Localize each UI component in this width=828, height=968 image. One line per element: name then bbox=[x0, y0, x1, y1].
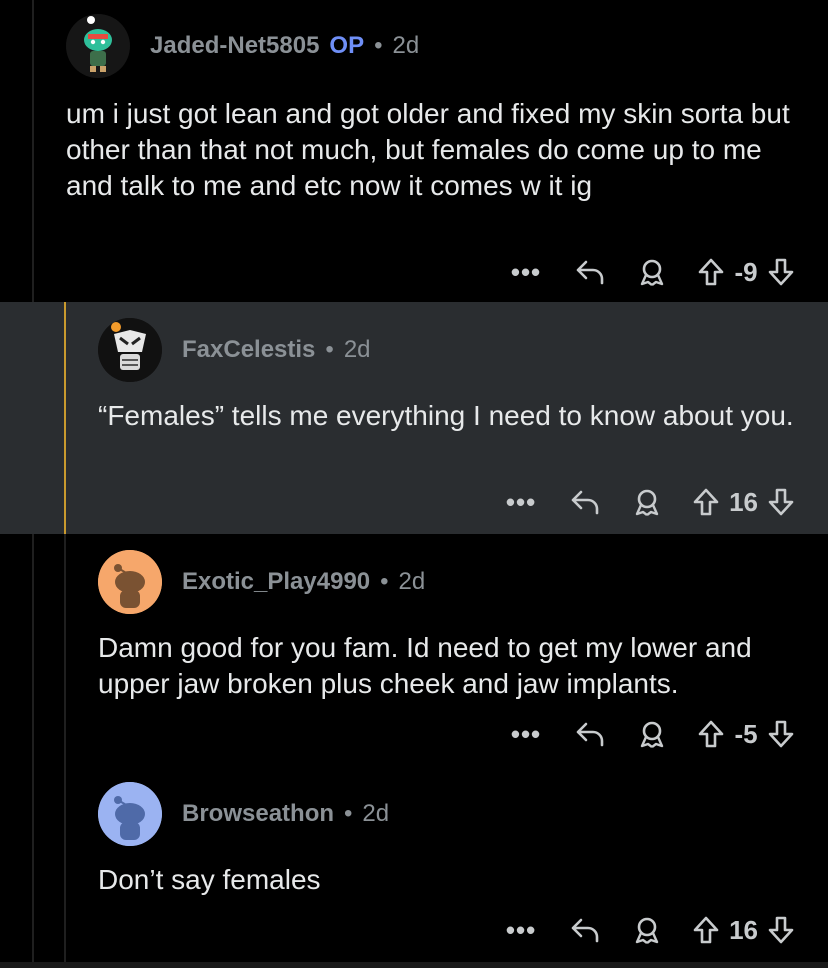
downvote-icon bbox=[768, 258, 794, 286]
comment-header: FaxCelestis • 2d bbox=[98, 318, 371, 382]
award-icon bbox=[640, 259, 664, 286]
snoo-avatar-icon bbox=[98, 782, 162, 846]
meta-separator: • bbox=[325, 336, 334, 363]
vote-controls: 16 bbox=[689, 910, 798, 950]
highlight-bar bbox=[64, 302, 66, 534]
username[interactable]: Exotic_Play4990 bbox=[182, 568, 370, 596]
reply-button[interactable] bbox=[565, 910, 605, 950]
comment-actions: ••• 16 bbox=[501, 482, 798, 522]
award-icon bbox=[635, 489, 659, 516]
more-options-button[interactable]: ••• bbox=[501, 482, 541, 522]
comment-actions: ••• 16 bbox=[501, 910, 798, 950]
downvote-button[interactable] bbox=[764, 714, 798, 754]
comment-exotic-play4990: Exotic_Play4990 • 2d Damn good for you f… bbox=[0, 534, 828, 766]
upvote-button[interactable] bbox=[694, 252, 728, 292]
vote-score: 16 bbox=[729, 486, 758, 517]
more-options-button[interactable]: ••• bbox=[506, 252, 546, 292]
award-button[interactable] bbox=[627, 482, 667, 522]
reply-icon bbox=[571, 490, 599, 515]
username[interactable]: FaxCelestis bbox=[182, 336, 315, 364]
reply-icon bbox=[576, 260, 604, 285]
comment-header: Exotic_Play4990 • 2d bbox=[98, 550, 425, 614]
meta-separator: • bbox=[344, 800, 353, 827]
downvote-icon bbox=[768, 488, 794, 516]
downvote-icon bbox=[768, 720, 794, 748]
more-options-button[interactable]: ••• bbox=[501, 910, 541, 950]
comment-age: 2d bbox=[398, 568, 426, 595]
meta-separator: • bbox=[374, 32, 383, 59]
avatar[interactable] bbox=[98, 550, 162, 614]
vote-score: -5 bbox=[734, 718, 758, 749]
avatar[interactable] bbox=[98, 318, 162, 382]
comment-header: Browseathon • 2d bbox=[98, 782, 389, 846]
comment-actions: ••• -9 bbox=[506, 252, 798, 292]
comment-browseathon: Browseathon • 2d Don’t say females ••• 1… bbox=[0, 766, 828, 962]
bottom-divider bbox=[0, 962, 828, 968]
award-icon bbox=[640, 721, 664, 748]
comment-body: Don’t say females bbox=[98, 864, 321, 895]
snoo-avatar-icon bbox=[98, 318, 162, 382]
comment-meta: Exotic_Play4990 • 2d bbox=[182, 568, 425, 596]
upvote-icon bbox=[698, 720, 724, 748]
downvote-button[interactable] bbox=[764, 482, 798, 522]
comment-age: 2d bbox=[343, 336, 371, 363]
username[interactable]: Jaded-Net5805 bbox=[150, 32, 319, 60]
comment-meta: Jaded-Net5805 OP • 2d bbox=[150, 32, 419, 60]
award-button[interactable] bbox=[627, 910, 667, 950]
comment-meta: FaxCelestis • 2d bbox=[182, 336, 371, 364]
vote-score: -9 bbox=[734, 256, 758, 287]
reply-button[interactable] bbox=[570, 714, 610, 754]
reply-button[interactable] bbox=[565, 482, 605, 522]
comment-age: 2d bbox=[392, 32, 420, 59]
reply-button[interactable] bbox=[570, 252, 610, 292]
vote-score: 16 bbox=[729, 914, 758, 945]
comment-body: Damn good for you fam. Id need to get my… bbox=[98, 632, 760, 699]
avatar[interactable] bbox=[66, 14, 130, 78]
award-button[interactable] bbox=[632, 714, 672, 754]
avatar[interactable] bbox=[98, 782, 162, 846]
upvote-button[interactable] bbox=[689, 482, 723, 522]
upvote-icon bbox=[693, 916, 719, 944]
vote-controls: -5 bbox=[694, 714, 798, 754]
comment-actions: ••• -5 bbox=[506, 714, 798, 754]
vote-controls: 16 bbox=[689, 482, 798, 522]
vote-controls: -9 bbox=[694, 252, 798, 292]
award-button[interactable] bbox=[632, 252, 672, 292]
upvote-icon bbox=[698, 258, 724, 286]
reply-icon bbox=[576, 722, 604, 747]
downvote-button[interactable] bbox=[764, 252, 798, 292]
downvote-button[interactable] bbox=[764, 910, 798, 950]
comment-body: “Females” tells me everything I need to … bbox=[98, 400, 794, 431]
op-badge: OP bbox=[329, 32, 365, 59]
username[interactable]: Browseathon bbox=[182, 800, 334, 828]
snoo-avatar-icon bbox=[66, 14, 130, 78]
reply-icon bbox=[571, 918, 599, 943]
comment-body: um i just got lean and got older and fix… bbox=[66, 98, 798, 201]
comment-header: Jaded-Net5805 OP • 2d bbox=[66, 14, 419, 78]
downvote-icon bbox=[768, 916, 794, 944]
comment-faxcelestis: FaxCelestis • 2d “Females” tells me ever… bbox=[0, 302, 828, 534]
comment-thread: Jaded-Net5805 OP • 2d um i just got lean… bbox=[0, 0, 828, 968]
comment-meta: Browseathon • 2d bbox=[182, 800, 389, 828]
more-options-button[interactable]: ••• bbox=[506, 714, 546, 754]
award-icon bbox=[635, 917, 659, 944]
upvote-button[interactable] bbox=[689, 910, 723, 950]
upvote-icon bbox=[693, 488, 719, 516]
meta-separator: • bbox=[380, 568, 389, 595]
upvote-button[interactable] bbox=[694, 714, 728, 754]
snoo-avatar-icon bbox=[98, 550, 162, 614]
comment-age: 2d bbox=[362, 800, 390, 827]
comment-jaded-net5805: Jaded-Net5805 OP • 2d um i just got lean… bbox=[0, 0, 828, 302]
